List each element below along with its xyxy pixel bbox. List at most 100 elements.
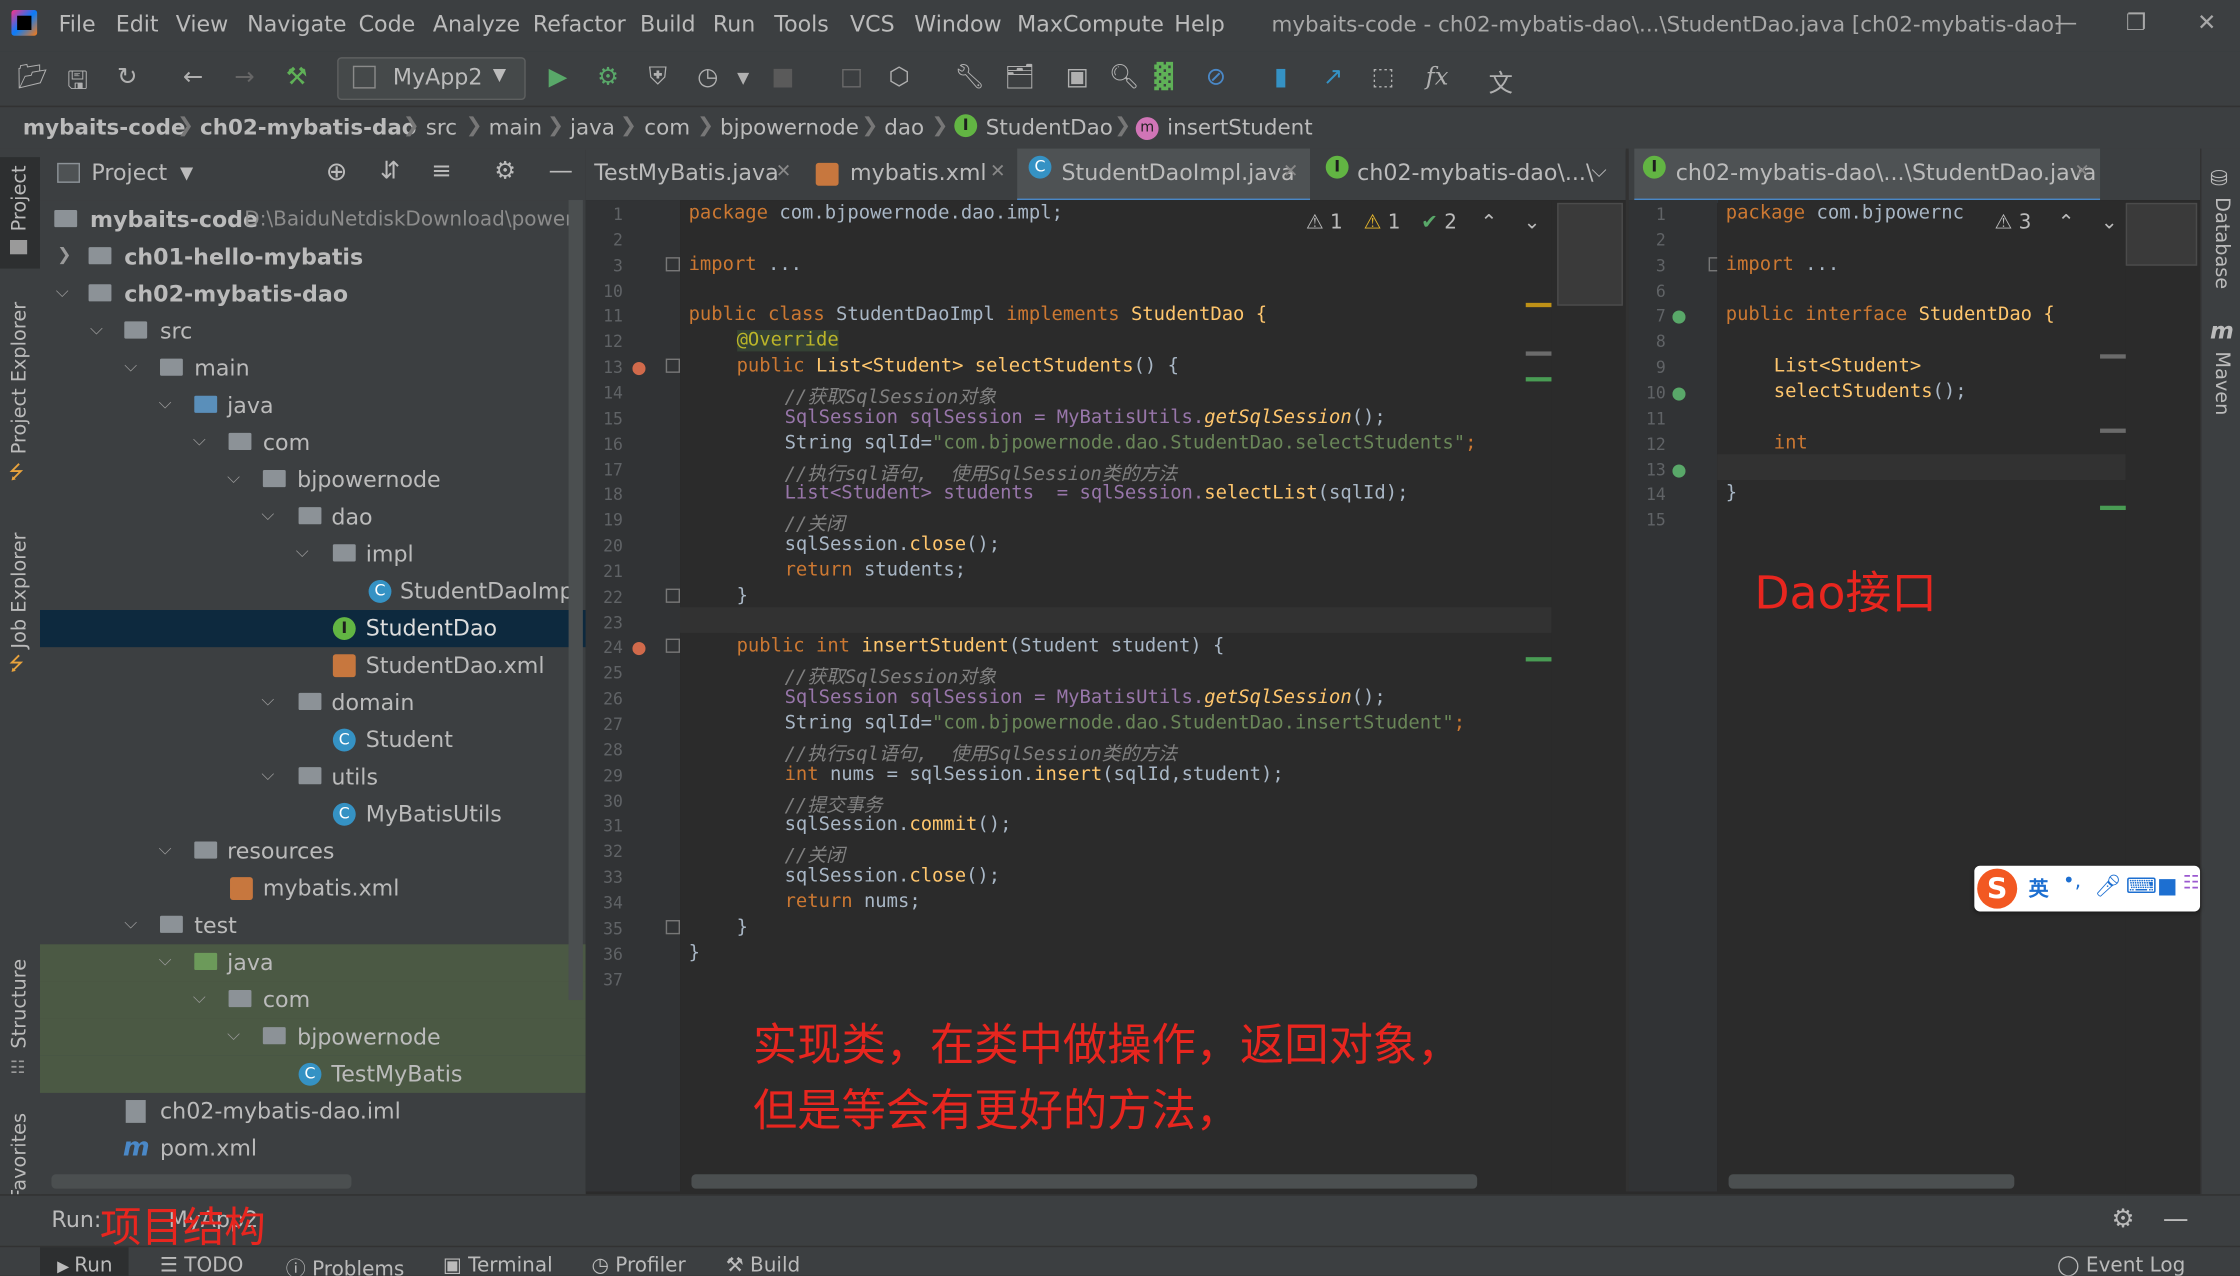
change-marker[interactable]: [1525, 351, 1552, 356]
minimize-icon[interactable]: —: [2054, 9, 2077, 36]
debug-icon[interactable]: ⚙: [597, 63, 619, 92]
next-highlight-icon[interactable]: ⌄: [1524, 211, 1541, 234]
project-panel-title[interactable]: Project: [91, 160, 167, 186]
chevron-down-icon[interactable]: ⌵: [227, 1024, 240, 1045]
code-line[interactable]: //执行sql语句, 使用SqlSession类的方法: [785, 458, 1178, 485]
database-book-icon[interactable]: ▮: [1274, 63, 1287, 92]
tree-item[interactable]: ⌵ test: [40, 907, 586, 944]
punctuation-icon[interactable]: •,: [2063, 870, 2081, 893]
implemented-marker-icon[interactable]: ●: [1671, 383, 1686, 403]
breadcrumb-item[interactable]: dao: [884, 114, 924, 140]
ime-lang[interactable]: 英: [2029, 874, 2049, 903]
code-line[interactable]: //关闭: [785, 509, 845, 536]
editor2-hscrollbar[interactable]: [1728, 1174, 2015, 1189]
menu-vcs[interactable]: VCS: [850, 11, 895, 37]
menu-code[interactable]: Code: [359, 11, 416, 37]
menu-build[interactable]: Build: [640, 11, 696, 37]
settings-wrench-icon[interactable]: 🔧︎: [954, 63, 985, 92]
tab-todo[interactable]: ☰ TODO: [160, 1254, 243, 1275]
tab-studentdao-split[interactable]: I ch02-mybatis-dao\...\: [1317, 149, 1593, 199]
breadcrumb-item[interactable]: insertStudent: [1167, 114, 1312, 140]
breadcrumb-item[interactable]: src: [426, 114, 457, 140]
coverage-icon[interactable]: ⛨: [649, 63, 667, 92]
gear-icon[interactable]: ⚙: [2111, 1204, 2134, 1234]
chevron-down-icon[interactable]: ▼: [180, 163, 193, 183]
project-structure-icon[interactable]: 🗂︎: [1004, 63, 1035, 92]
breadcrumb-item[interactable]: java: [570, 114, 615, 140]
stop-icon[interactable]: ■: [771, 63, 794, 92]
monitor-icon[interactable]: ▓: [1154, 63, 1173, 92]
translate-icon[interactable]: 文: [1489, 63, 1513, 99]
forward-icon[interactable]: →: [234, 63, 254, 92]
menu-refactor[interactable]: Refactor: [533, 11, 626, 37]
chevron-down-icon[interactable]: ⌵: [90, 319, 103, 340]
back-icon[interactable]: ←: [183, 63, 203, 92]
build-hammer-icon[interactable]: ⚒: [286, 63, 308, 92]
editor-hscrollbar[interactable]: [691, 1174, 1478, 1189]
stripe-project[interactable]: Project: [9, 165, 32, 231]
fold-icon[interactable]: [665, 256, 681, 271]
breadcrumb-item[interactable]: StudentDao: [986, 114, 1113, 140]
menu-view[interactable]: View: [176, 11, 229, 37]
tree-item[interactable]: StudentDao.xml: [40, 647, 586, 684]
chevron-down-icon[interactable]: ⌵: [261, 504, 274, 525]
keyboard-icon[interactable]: ⌨: [2126, 873, 2157, 899]
chevron-down-icon[interactable]: ⌵: [159, 839, 172, 860]
tab-build[interactable]: ⚒ Build: [726, 1254, 801, 1275]
implemented-marker-icon[interactable]: ●: [1671, 306, 1686, 326]
tree-item[interactable]: ⌵ java: [40, 387, 586, 424]
breadcrumb-item[interactable]: main: [489, 114, 543, 140]
code-line[interactable]: public interface StudentDao {: [1726, 305, 2055, 326]
menu-analyze[interactable]: Analyze: [433, 11, 520, 37]
tree-item[interactable]: ❯ ch01-hello-mybatis: [40, 239, 586, 276]
code-line[interactable]: String sqlId="com.bjpowernode.dao.Studen…: [785, 713, 1466, 734]
menu-edit[interactable]: Edit: [116, 11, 159, 37]
change-marker[interactable]: [2100, 428, 2126, 433]
restore-icon[interactable]: ❐: [2126, 9, 2146, 36]
save-all-icon[interactable]: 🖫: [67, 63, 88, 104]
tree-item[interactable]: ⌵ com: [40, 981, 586, 1019]
breadcrumb-item[interactable]: com: [644, 114, 690, 140]
chevron-down-icon[interactable]: ⌵: [56, 281, 69, 302]
tree-item[interactable]: ⌵ impl: [40, 536, 586, 573]
menu-navigate[interactable]: Navigate: [247, 11, 346, 37]
code-line[interactable]: }: [689, 942, 700, 963]
tree-item[interactable]: ⌵ main: [40, 350, 586, 387]
apps-icon[interactable]: ☷: [2183, 873, 2200, 894]
error-stripe[interactable]: [1525, 200, 1626, 1192]
breadcrumb-item[interactable]: mybaits-code: [23, 114, 186, 140]
close-icon[interactable]: ✕: [990, 161, 1006, 182]
breadcrumb-item[interactable]: bjpowernode: [720, 114, 859, 140]
chevron-down-icon[interactable]: ⌵: [227, 467, 240, 488]
code-line[interactable]: //提交事务: [785, 789, 883, 816]
menu-tools[interactable]: Tools: [774, 11, 829, 37]
code-line[interactable]: SqlSession sqlSession = MyBatisUtils.get…: [785, 687, 1386, 708]
tree-item[interactable]: mybatis.xml: [40, 870, 586, 907]
code-line[interactable]: //获取SqlSession对象: [785, 381, 996, 408]
chevron-down-icon[interactable]: ⌵: [261, 690, 274, 711]
prev-highlight-icon[interactable]: ⌃: [2058, 211, 2075, 234]
override-marker-icon[interactable]: ●: [631, 357, 646, 377]
profile-chevron-icon[interactable]: ▼: [737, 69, 749, 88]
tree-item[interactable]: C Student: [40, 721, 586, 758]
tree-item[interactable]: ⌵ dao: [40, 499, 586, 536]
deploy-icon[interactable]: ⬡: [889, 63, 910, 92]
code-line[interactable]: }: [1726, 483, 1737, 504]
code-line[interactable]: package com.bjpowernc: [1726, 203, 1964, 224]
plugin-icon[interactable]: ⬚: [1371, 63, 1394, 92]
tree-item[interactable]: m pom.xml: [40, 1130, 586, 1167]
profile-icon[interactable]: ◷: [697, 63, 718, 92]
code-line[interactable]: List<Student> students = sqlSession.sele…: [785, 483, 1409, 504]
stripe-database[interactable]: Database: [2210, 197, 2233, 289]
code-line[interactable]: int nums = sqlSession.insert(sqlId,stude…: [785, 764, 1284, 785]
tabs-dropdown-icon[interactable]: ⌵: [1591, 160, 1606, 183]
tree-item[interactable]: C MyBatisUtils: [40, 796, 586, 833]
menu-window[interactable]: Window: [914, 11, 1001, 37]
code-line[interactable]: sqlSession.close();: [785, 534, 1001, 555]
chevron-down-icon[interactable]: ⌵: [193, 987, 206, 1008]
tree-item[interactable]: C StudentDaoImpl: [40, 573, 586, 610]
tab-terminal[interactable]: ▣ Terminal: [443, 1254, 553, 1275]
warning-marker[interactable]: [1525, 302, 1552, 308]
tab-studentdaoimpl[interactable]: C StudentDaoImpl.java ✕: [1017, 148, 1311, 203]
terminal-window-icon[interactable]: ▣: [1066, 63, 1089, 92]
